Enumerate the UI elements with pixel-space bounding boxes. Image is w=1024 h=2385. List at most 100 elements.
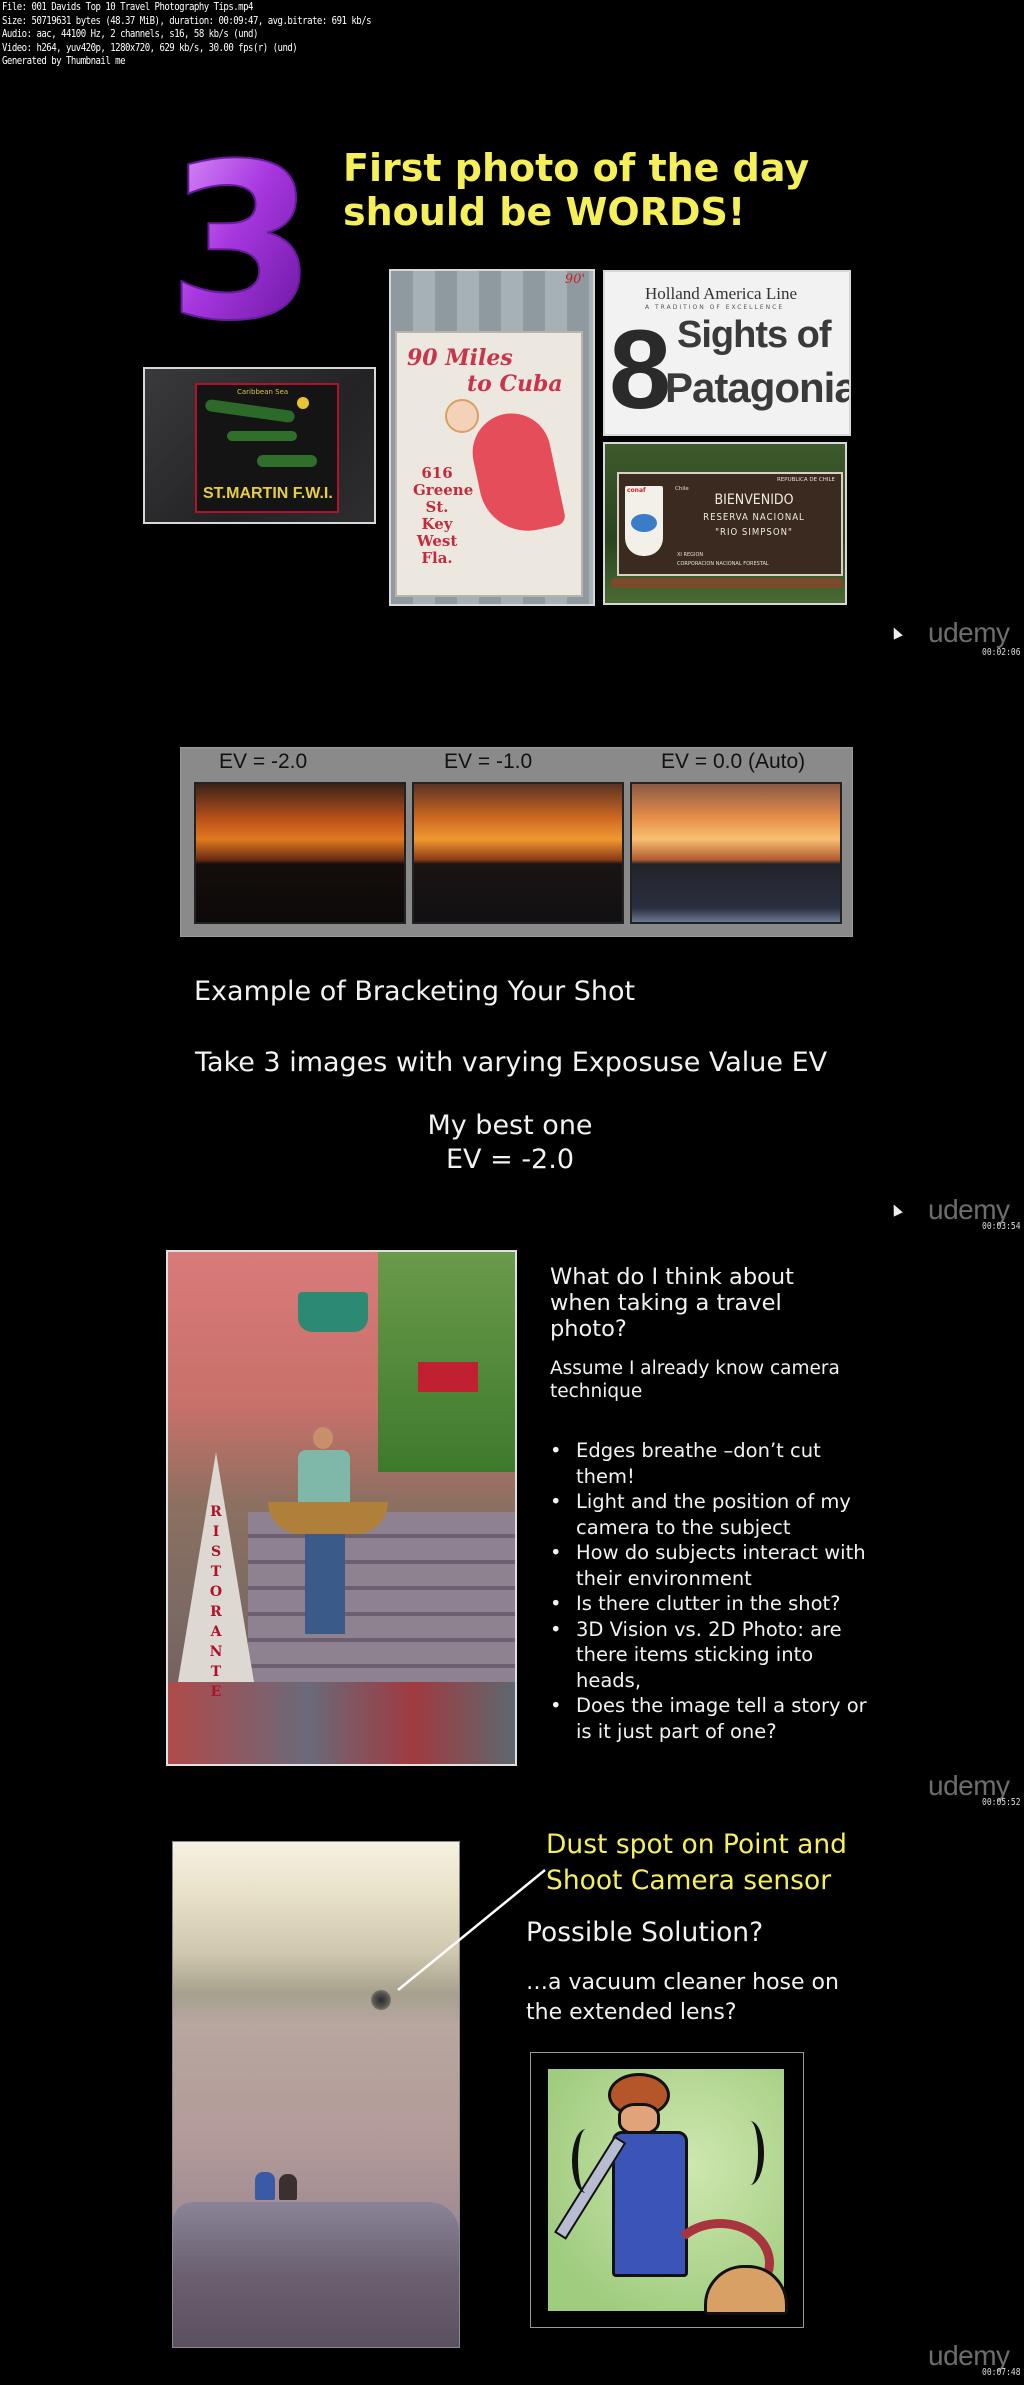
frame-timestamp: 00:05:52 xyxy=(982,1797,1021,1808)
photo-rio-simpson-sign: REPUBLICA DE CHILE conaf Chile BIENVENID… xyxy=(603,442,847,605)
address-line: Fla. xyxy=(421,549,453,567)
mouse-cursor-icon xyxy=(889,625,903,640)
patch-map-label: Caribbean Sea xyxy=(237,388,289,396)
sign-line: "RIO SIMPSON" xyxy=(715,527,793,538)
sunset-photo-ev-minus-2 xyxy=(194,782,406,924)
slide-question: Possible Solution? xyxy=(526,1917,764,1948)
best-shot-caption: My best one EV = -2.0 xyxy=(180,1109,840,1177)
bullet-item: Light and the position of my camera to t… xyxy=(548,1489,878,1540)
photo-red-awning xyxy=(418,1362,478,1392)
mouse-cursor-icon xyxy=(889,1202,903,1217)
ev-label: EV = -1.0 xyxy=(444,750,533,773)
sign-board: 90 Miles to Cuba 616 Greene St. Key West… xyxy=(395,331,583,597)
bullet-item: Edges breathe –don’t cut them! xyxy=(548,1438,878,1489)
patch-text: ST.MARTIN F.W.I. xyxy=(203,485,333,502)
bracketing-comparison-image: EV = -2.0 EV = -1.0 EV = 0.0 (Auto) xyxy=(180,747,853,937)
slide-title-line: First photo of the day xyxy=(343,146,810,190)
sign-brand: Holland America Line xyxy=(645,284,798,303)
sign-title: 90 Miles xyxy=(407,345,513,371)
sign-corner-text: 90' xyxy=(564,272,585,287)
address-line: St. xyxy=(425,498,449,516)
slide-text-line: Take 3 images with varying Exposuse Valu… xyxy=(195,1047,828,1078)
photo-holland-america-sign: Holland America Line A TRADITION OF EXCE… xyxy=(603,270,851,436)
photo-person-head xyxy=(313,1427,333,1449)
dust-spot-callout: Dust spot on Point and Shoot Camera sens… xyxy=(546,1827,847,1899)
sign-line: XI REGION xyxy=(677,552,704,558)
ev-label: EV = 0.0 (Auto) xyxy=(661,750,806,773)
file-info-line: Generated by Thumbnail me xyxy=(2,55,126,68)
clipart-background xyxy=(548,2069,788,2315)
photo-person-blue xyxy=(255,2172,275,2200)
sign-line: RESERVA NACIONAL xyxy=(703,512,805,523)
slide-title: First photo of the day should be WORDS! xyxy=(343,146,809,234)
address-line: West xyxy=(416,532,458,550)
big-number-three-graphic: 3 xyxy=(172,145,312,330)
logo-lake xyxy=(631,514,657,532)
sign-line: Sights of xyxy=(677,314,832,356)
ristorante-sign-text: RISTORANTE xyxy=(209,1504,223,1700)
conaf-logo: conaf xyxy=(625,486,663,556)
slide-heading: What do I think about when taking a trav… xyxy=(550,1264,794,1342)
sign-text-block: BIENVENIDO RESERVA NACIONAL "RIO SIMPSON… xyxy=(673,492,835,538)
file-info-line: Audio: aac, 44100 Hz, 2 channels, s16, 5… xyxy=(2,28,258,41)
clipart-swirl xyxy=(736,2121,764,2185)
bullet-item: Does the image tell a story or is it jus… xyxy=(548,1693,878,1744)
sign-board: REPUBLICA DE CHILE conaf Chile BIENVENID… xyxy=(617,472,843,576)
tips-bullet-list: Edges breathe –don’t cut them! Light and… xyxy=(548,1438,878,1744)
photo-90-miles-to-cuba-sign: 90' 90 Miles to Cuba 616 Greene St. Key … xyxy=(389,269,595,606)
logo-text: conaf xyxy=(627,487,646,494)
frame-timestamp: 00:02:06 xyxy=(982,647,1021,658)
slide-subheading: Assume I already know camera technique xyxy=(550,1358,840,1402)
pinup-head xyxy=(445,399,479,433)
clipart-vacuum-cleaner-woman xyxy=(530,2052,804,2328)
slide-text-line: Example of Bracketing Your Shot xyxy=(194,976,636,1007)
slide-answer: …a vacuum cleaner hose on the extended l… xyxy=(526,1968,839,2028)
pinup-dress xyxy=(465,406,567,540)
sun-icon xyxy=(297,397,309,409)
callout-line: Dust spot on Point and xyxy=(546,1829,847,1860)
island-shape xyxy=(227,431,297,441)
island-shape xyxy=(204,398,296,424)
sign-address: 616 Greene St. Key West Fla. xyxy=(413,464,474,567)
photo-person-dark xyxy=(279,2174,297,2200)
frame-timestamp: 00:07:48 xyxy=(982,2367,1021,2378)
sign-line: BIENVENIDO xyxy=(714,492,794,508)
photo-person-jeans xyxy=(305,1534,345,1634)
slide-text-line: My best one xyxy=(427,1110,593,1141)
file-info-line: Video: h264, yuv420p, 1280x720, 629 kb/s… xyxy=(2,41,298,54)
udemy-watermark: udemy xyxy=(928,617,1010,648)
answer-line: the extended lens? xyxy=(526,2000,737,2025)
file-info-line: File: 001 Davids Top 10 Travel Photograp… xyxy=(2,1,253,13)
address-line: Key xyxy=(421,515,453,533)
clipart-swirl xyxy=(572,2129,600,2193)
callout-line: Shoot Camera sensor xyxy=(546,1865,832,1896)
slide-title-line: should be WORDS! xyxy=(343,190,746,234)
answer-line: …a vacuum cleaner hose on xyxy=(526,1970,839,1995)
sunset-photo-ev-0 xyxy=(630,782,842,924)
sign-line: Patagonia xyxy=(665,364,851,411)
file-info-line: Size: 50719631 bytes (48.37 MiB), durati… xyxy=(2,14,372,27)
slide-text-line: EV = -2.0 xyxy=(446,1144,574,1175)
photo-ristorante-stairs: RISTORANTE xyxy=(166,1250,517,1766)
patch-embroidery: Caribbean Sea ST.MARTIN F.W.I. xyxy=(195,383,339,513)
address-line: Greene xyxy=(413,481,474,499)
sunset-photo-ev-minus-1 xyxy=(412,782,624,924)
island-shape xyxy=(257,455,317,467)
dust-spot xyxy=(371,1990,391,2010)
sign-log xyxy=(611,578,843,588)
sign-line: CORPORACION NACIONAL FORESTAL xyxy=(677,561,769,567)
file-info-header: File: 001 Davids Top 10 Travel Photograp… xyxy=(2,1,372,69)
sign-country: REPUBLICA DE CHILE xyxy=(776,477,835,483)
photo-rock xyxy=(173,2202,459,2347)
sign-title: to Cuba xyxy=(467,371,563,397)
address-line: 616 xyxy=(421,464,453,482)
ev-label: EV = -2.0 xyxy=(219,750,308,773)
bullet-item: Is there clutter in the shot? xyxy=(548,1591,878,1617)
sign-number: 8 xyxy=(609,307,672,432)
bullet-item: 3D Vision vs. 2D Photo: are there items … xyxy=(548,1617,878,1694)
photo-basket xyxy=(268,1502,388,1534)
photo-awning xyxy=(298,1292,368,1332)
bullet-item: How do subjects interact with their envi… xyxy=(548,1540,878,1591)
photo-st-martin-patch: Caribbean Sea ST.MARTIN F.W.I. xyxy=(143,367,376,524)
big-number-text: 3 xyxy=(172,145,312,330)
